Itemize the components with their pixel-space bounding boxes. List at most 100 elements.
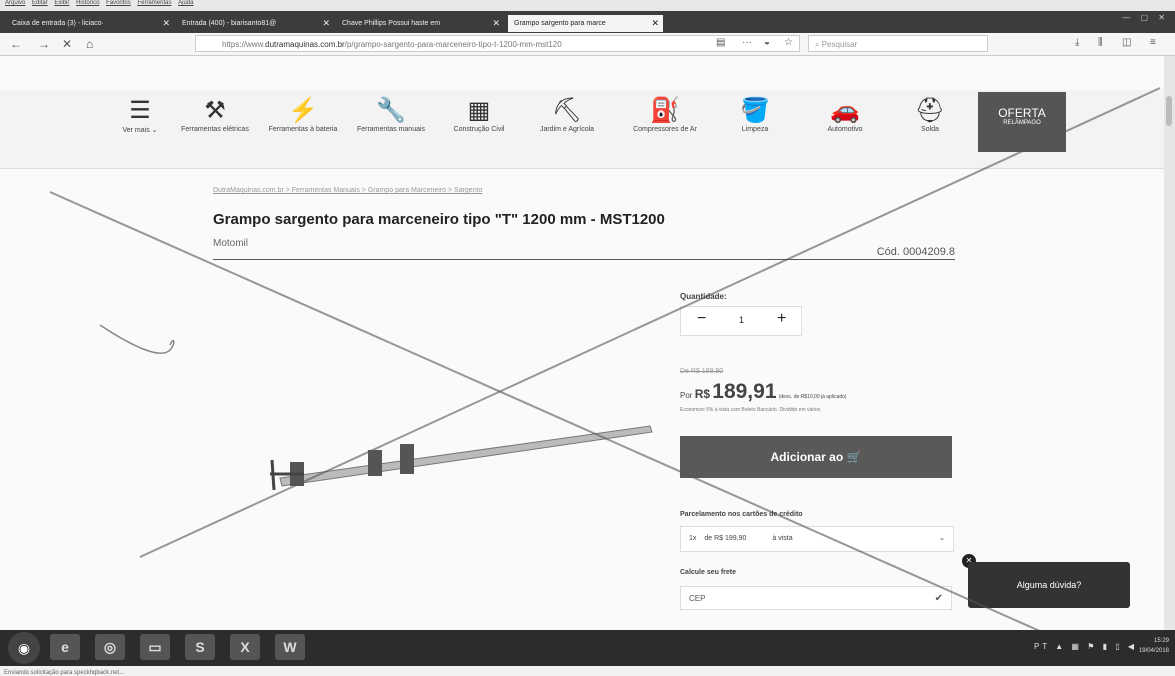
category-label: Automotivo xyxy=(827,126,863,133)
stop-icon[interactable]: ✕ xyxy=(62,37,72,51)
car-icon: 🚗 xyxy=(830,97,860,124)
product-title: Grampo sargento para marceneiro tipo "T"… xyxy=(213,211,665,228)
installments-select[interactable]: 1x de R$ 199,90 à vista ⌄ xyxy=(680,526,954,552)
library-icon[interactable]: ⫼ xyxy=(1098,37,1103,48)
tab-chave[interactable]: Chave Phillips Possui haste em ✕ xyxy=(336,15,504,32)
search-placeholder: Pesquisar xyxy=(821,40,858,49)
status-text: Enviando solicitação para speckhqback.ne… xyxy=(4,670,125,676)
shipping-label: Calcule seu frete xyxy=(680,569,737,576)
category-label: Ferramentas à bateria xyxy=(268,126,338,133)
category-eletricas[interactable]: ⚒ Ferramentas elétricas xyxy=(180,96,250,133)
chevron-down-icon: ⌄ xyxy=(939,535,945,542)
minus-icon[interactable]: − xyxy=(697,310,706,328)
offer-title: OFERTA xyxy=(998,106,1046,120)
tab-label: Grampo sargento para marce xyxy=(514,20,606,27)
installments-label: Parcelamento nos cartões de crédito xyxy=(680,511,803,518)
back-icon[interactable]: ← xyxy=(10,37,22,51)
reader-icon[interactable]: ▤ xyxy=(716,37,725,48)
category-automotivo[interactable]: 🚗 Automotivo xyxy=(810,96,880,133)
menu-ferramentas[interactable]: Ferramentas xyxy=(137,0,171,6)
category-bar: ☰ Ver mais ⌄ ⚒ Ferramentas elétricas ⚡ Fer… xyxy=(0,90,1165,169)
tab-grampo[interactable]: Grampo sargento para marce ✕ xyxy=(508,15,663,32)
check-icon[interactable]: ✔ xyxy=(935,587,943,611)
taskbar: ◉ e ◎ ▭ S X W PT ▲ ▦ ⚑ ▮ ▯ ◀ 15:29 19/04… xyxy=(0,630,1175,666)
bucket-icon: 🪣 xyxy=(740,97,770,124)
tab-label: Chave Phillips Possui haste em xyxy=(342,20,441,27)
clock-date: 19/04/2018 xyxy=(1138,648,1169,654)
url-path: /p/grampo-sargento-para-marceneiro-tipo-… xyxy=(344,40,562,49)
chat-widget[interactable]: Alguma dúvida? xyxy=(968,562,1130,608)
menu-exibir[interactable]: Exibir xyxy=(54,0,69,6)
url-prefix: https://www. xyxy=(222,40,266,49)
excel-icon[interactable]: X xyxy=(230,634,260,660)
quantity-stepper[interactable]: − 1 + xyxy=(680,306,802,336)
category-solda[interactable]: ⛑ Solda xyxy=(895,96,965,133)
clamp-jaw xyxy=(368,450,382,476)
address-bar[interactable]: https://www.dutramaquinas.com.br/p/gramp… xyxy=(195,35,800,52)
more-icon[interactable]: ··· xyxy=(742,37,752,48)
tab-bar: Caixa de entrada (3) - liciaco· ✕ Entrada… xyxy=(0,11,1175,33)
folder-icon[interactable]: ▭ xyxy=(140,634,170,660)
price: Por R$ 189,91 (desc. de R$10,00 já aplic… xyxy=(680,380,847,404)
category-manuais[interactable]: 🔧 Ferramentas manuais xyxy=(356,96,426,133)
close-icon[interactable]: ✕ xyxy=(651,15,659,32)
bricks-icon: ▦ xyxy=(467,97,491,124)
breadcrumb[interactable]: DutraMaquinas.com.br > Ferramentas Manua… xyxy=(213,187,482,194)
pocket-icon[interactable]: ◒ xyxy=(764,37,770,48)
cordless-drill-icon: ⚡ xyxy=(288,97,318,124)
saving-note: Economize 5% à vista com Boleto Bancário… xyxy=(680,407,821,413)
navigation-toolbar: ← → ✕ ⌂ https://www.dutramaquinas.com.br… xyxy=(0,33,1175,56)
close-icon[interactable]: ✕ xyxy=(322,15,330,32)
tab-inbox-2[interactable]: Entrada (400) - biarisanto81@ ✕ xyxy=(176,15,334,32)
forward-icon[interactable]: → xyxy=(38,37,50,51)
scrollbar[interactable] xyxy=(1164,56,1175,636)
cart-icon: 🛒 xyxy=(846,450,862,464)
chrome-icon[interactable]: ◎ xyxy=(95,634,125,660)
oferta-relampago-banner[interactable]: OFERTA RELÂMPAGO xyxy=(978,92,1066,152)
category-label: Ferramentas elétricas xyxy=(181,126,249,133)
clock-time: 15:29 xyxy=(1153,638,1169,644)
plus-icon[interactable]: + xyxy=(777,310,786,328)
menu-historico[interactable]: Histórico xyxy=(76,0,99,6)
menu-arquivo[interactable]: Arquivo xyxy=(5,0,25,6)
category-compressores[interactable]: ⛽ Compressores de Ar xyxy=(630,96,700,133)
search-input[interactable]: ⌕ Pesquisar xyxy=(808,35,988,52)
clock[interactable]: 15:29 19/04/2018 xyxy=(1139,636,1169,656)
product-code: Cód. 0004209.8 xyxy=(876,246,955,258)
ver-mais-button[interactable]: ☰ Ver mais ⌄ xyxy=(100,96,180,134)
start-button[interactable]: ◉ xyxy=(8,632,40,664)
compressor-icon: ⛽ xyxy=(650,97,680,124)
sidebar-icon[interactable]: ◫ xyxy=(1122,37,1131,48)
category-bateria[interactable]: ⚡ Ferramentas à bateria xyxy=(268,96,338,133)
tab-inbox-1[interactable]: Caixa de entrada (3) - liciaco· ✕ xyxy=(6,15,174,32)
category-jardim[interactable]: ⛏ Jardim e Agrícola xyxy=(532,96,602,133)
add-to-cart-button[interactable]: Adicionar ao 🛒 xyxy=(680,436,952,478)
skype-icon[interactable]: S xyxy=(185,634,215,660)
scrollbar-thumb[interactable] xyxy=(1166,96,1172,126)
menu-favoritos[interactable]: Favoritos xyxy=(106,0,131,6)
category-construcao[interactable]: ▦ Construção Civil xyxy=(444,96,514,133)
web-page: ☰ Ver mais ⌄ ⚒ Ferramentas elétricas ⚡ Fer… xyxy=(0,56,1165,676)
ie-icon[interactable]: e xyxy=(50,634,80,660)
tab-label: Caixa de entrada (3) - liciaco· xyxy=(12,20,104,27)
menu-hamburger-icon[interactable]: ≡ xyxy=(1150,37,1156,48)
tab-label: Entrada (400) - biarisanto81@ xyxy=(182,20,277,27)
product-brand[interactable]: Motomil xyxy=(213,238,248,249)
download-icon[interactable]: ⤓ xyxy=(1075,37,1079,48)
category-label: Solda xyxy=(921,126,939,133)
title-divider xyxy=(213,259,955,260)
window-controls[interactable]: — ▢ ✕ xyxy=(1122,13,1169,22)
category-limpeza[interactable]: 🪣 Limpeza xyxy=(720,96,790,133)
installments-mode: à vista xyxy=(772,535,793,542)
quantity-value[interactable]: 1 xyxy=(739,315,744,325)
cep-input[interactable]: CEP ✔ xyxy=(680,586,952,610)
home-icon[interactable]: ⌂ xyxy=(86,37,93,51)
close-icon[interactable]: ✕ xyxy=(492,15,500,32)
system-tray[interactable]: PT ▲ ▦ ⚑ ▮ ▯ ◀ xyxy=(1034,642,1137,651)
menu-ajuda[interactable]: Ajuda xyxy=(178,0,193,6)
bookmark-star-icon[interactable]: ☆ xyxy=(784,37,793,48)
word-icon[interactable]: W xyxy=(275,634,305,660)
menu-editar[interactable]: Editar xyxy=(32,0,48,6)
category-label: Ferramentas manuais xyxy=(356,126,426,133)
close-icon[interactable]: ✕ xyxy=(162,15,170,32)
